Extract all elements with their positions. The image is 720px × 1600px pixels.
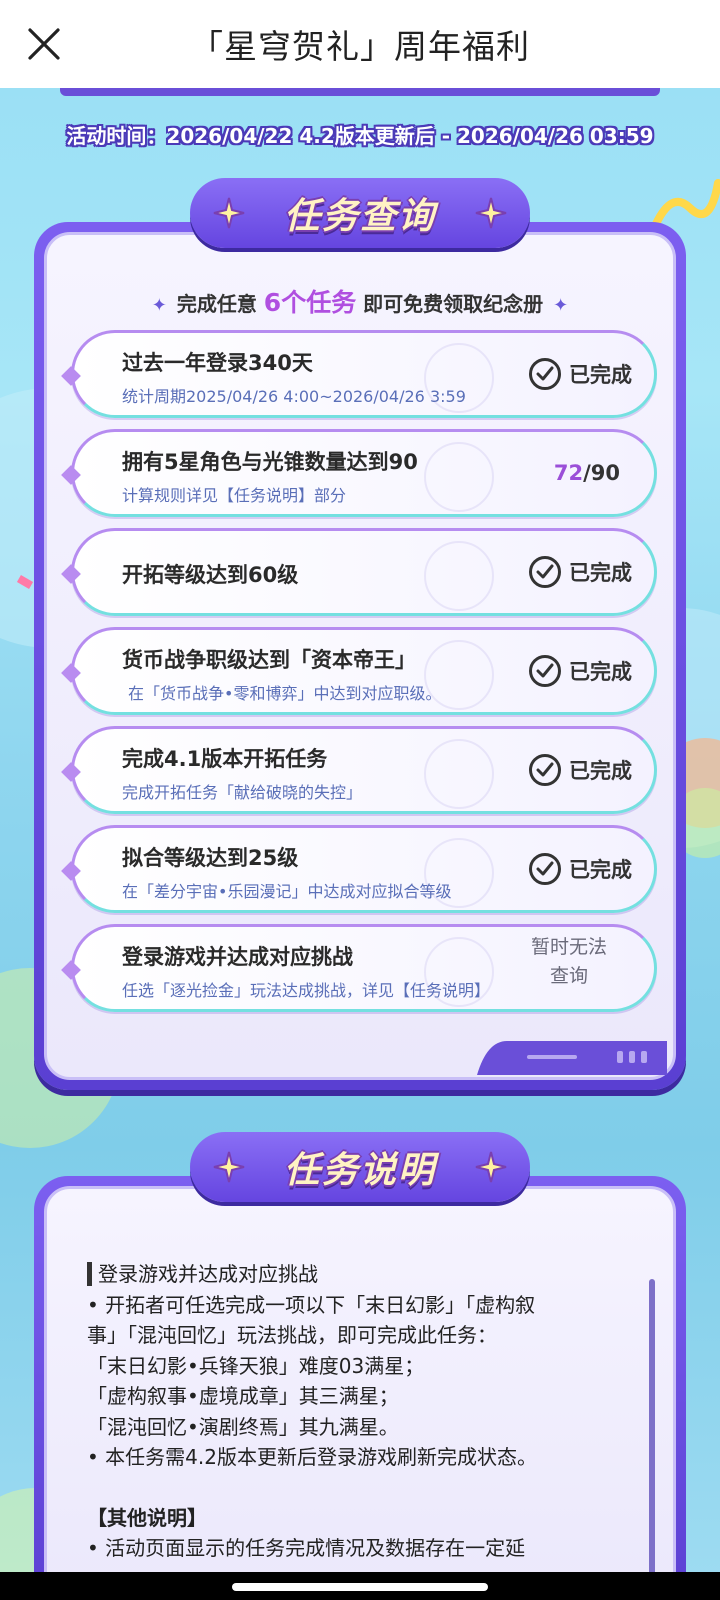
diamond-icon [61, 960, 81, 980]
status-label: 已完成 [569, 858, 632, 882]
banner-title: 任务查询 [283, 196, 436, 237]
task-desc-banner: 任务说明 [190, 1132, 530, 1202]
diamond-icon [61, 465, 81, 485]
task-card: 货币战争职级达到「资本帝王」 在「货币战争•零和博弈」中达到对应职级。 已完成 [61, 627, 657, 715]
desc-line: • 开拓者可任选完成一项以下「末日幻影」「虚构叙 [87, 1292, 536, 1317]
diamond-icon [61, 762, 81, 782]
status-label: 已完成 [569, 363, 632, 387]
task-status: 已完成 [529, 531, 632, 613]
diamond-icon [61, 663, 81, 683]
desc-line: 「虚构叙事•虚境成章」其三满星； [87, 1384, 399, 1408]
other-title: 【其他说明】 [87, 1505, 207, 1530]
task-status: 已完成 [529, 828, 632, 910]
star-icon [213, 197, 245, 229]
star-icon [475, 1151, 507, 1183]
desc-line: • 活动页面显示的任务完成情况及数据存在一定延 [87, 1536, 526, 1560]
check-icon [529, 754, 561, 786]
task-desc-panel[interactable]: 登录游戏并达成对应挑战 • 开拓者可任选完成一项以下「末日幻影」「虚构叙 事」「… [34, 1176, 686, 1600]
task-status: 已完成 [529, 333, 632, 415]
page-title: 「星穹贺礼」周年福利 [190, 27, 530, 66]
status-line: 查询 [549, 965, 588, 987]
intro-highlight: 6个任务 [263, 288, 357, 317]
task-card: 开拓等级达到60级 已完成 [61, 528, 657, 616]
task-title: 货币战争职级达到「资本帝王」 [122, 648, 416, 672]
task-query-panel-inner: ✦ 完成任意 6个任务 即可免费领取纪念册 ✦ 过去一年登录340天 统计周期202… [44, 232, 676, 1080]
task-subtitle: 计算规则详见【任务说明】部分 [122, 486, 347, 505]
intro-suffix: 即可免费领取纪念册 [363, 292, 544, 316]
section-title: 登录游戏并达成对应挑战 [98, 1262, 318, 1286]
task-status-unavailable: 暂时无法 查询 [514, 933, 624, 991]
task-card: 拟合等级达到25级 在「差分宇宙•乐园漫记」中达成对应拟合等级 已完成 [61, 825, 657, 913]
task-subtitle: 任选「逐光捡金」玩法达成挑战，详见【任务说明】 [122, 981, 491, 1000]
task-subtitle: 统计周期2025/04/26 4:00~2026/04/26 3:59 [122, 387, 466, 406]
star-icon [475, 197, 507, 229]
diamond-icon [61, 366, 81, 386]
task-card: 拥有5星角色与光锥数量达到90 计算规则详见【任务说明】部分 72/90 [61, 429, 657, 517]
top-band [60, 88, 660, 96]
desc-line: 「混沌回忆•演剧终焉」其九满星。 [87, 1414, 399, 1439]
progress-total: /90 [583, 461, 620, 485]
task-description: 登录游戏并达成对应挑战 • 开拓者可任选完成一项以下「末日幻影」「虚构叙 事」「… [87, 1259, 627, 1564]
intro-prefix: 完成任意 [176, 292, 257, 316]
check-icon [529, 556, 561, 588]
task-status: 已完成 [529, 729, 632, 811]
task-query-banner: 任务查询 [190, 178, 530, 248]
status-label: 已完成 [569, 759, 632, 783]
scrollbar[interactable] [649, 1279, 655, 1599]
task-card: 过去一年登录340天 统计周期2025/04/26 4:00~2026/04/2… [61, 330, 657, 418]
status-line: 暂时无法 [530, 936, 607, 958]
status-label: 已完成 [569, 561, 632, 585]
task-card: 完成4.1版本开拓任务 完成开拓任务「献给破晓的失控」 已完成 [61, 726, 657, 814]
task-subtitle: 在「货币战争•零和博弈」中达到对应职级。 [128, 684, 442, 703]
task-intro: ✦ 完成任意 6个任务 即可免费领取纪念册 ✦ [47, 283, 673, 319]
emblem-watermark [424, 541, 494, 611]
sparkle-icon: ✦ [553, 295, 569, 316]
task-title: 过去一年登录340天 [122, 351, 313, 375]
task-title: 拥有5星角色与光锥数量达到90 [122, 450, 418, 474]
check-icon [529, 358, 561, 390]
panel-tab-decoration [477, 1041, 667, 1075]
close-button[interactable] [22, 22, 66, 66]
task-title: 登录游戏并达成对应挑战 [122, 945, 353, 969]
task-title: 开拓等级达到60级 [122, 563, 299, 587]
activity-time: 活动时间：2026/04/22 4.2版本更新后 - 2026/04/26 03… [66, 124, 654, 148]
header: 「星穹贺礼」周年福利 [0, 0, 720, 88]
section-bar [87, 1262, 92, 1287]
banner-title: 任务说明 [283, 1150, 436, 1191]
task-desc-panel-inner: 登录游戏并达成对应挑战 • 开拓者可任选完成一项以下「末日幻影」「虚构叙 事」「… [44, 1186, 676, 1600]
diamond-icon [61, 861, 81, 881]
task-title: 完成4.1版本开拓任务 [122, 747, 328, 771]
section-heading: 登录游戏并达成对应挑战 [87, 1259, 627, 1290]
close-icon [28, 28, 60, 60]
desc-line: 「末日幻影•兵锋天狼」难度03满星； [87, 1353, 425, 1378]
desc-line: • 本任务需4.2版本更新后登录游戏刷新完成状态。 [87, 1445, 537, 1469]
emblem-watermark [424, 739, 494, 809]
task-subtitle: 在「差分宇宙•乐园漫记」中达成对应拟合等级 [122, 882, 452, 901]
task-status: 已完成 [529, 630, 632, 712]
star-icon [213, 1151, 245, 1183]
task-query-panel: ✦ 完成任意 6个任务 即可免费领取纪念册 ✦ 过去一年登录340天 统计周期202… [34, 222, 686, 1090]
progress-current: 72 [553, 461, 584, 485]
task-progress: 72/90 [554, 432, 620, 514]
check-icon [529, 655, 561, 687]
status-label: 已完成 [569, 660, 632, 684]
diamond-icon [61, 564, 81, 584]
check-icon [529, 853, 561, 885]
sparkle-icon: ✦ [151, 295, 167, 316]
emblem-watermark [424, 442, 494, 512]
desc-line: 事」「混沌回忆」玩法挑战，即可完成此任务： [87, 1323, 497, 1347]
task-title: 拟合等级达到25级 [122, 846, 299, 870]
home-indicator[interactable] [232, 1583, 488, 1591]
task-subtitle: 完成开拓任务「献给破晓的失控」 [122, 783, 363, 802]
task-card: 登录游戏并达成对应挑战 任选「逐光捡金」玩法达成挑战，详见【任务说明】 暂时无法… [61, 924, 657, 1012]
